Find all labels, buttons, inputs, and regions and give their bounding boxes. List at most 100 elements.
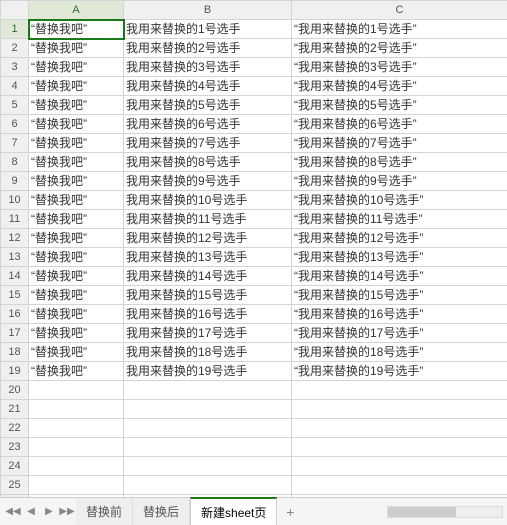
cell[interactable]: “我用来替换的13号选手”: [292, 248, 507, 267]
cell[interactable]: 我用来替换的18号选手: [124, 343, 292, 362]
cell[interactable]: [292, 476, 507, 495]
row-header[interactable]: 17: [1, 324, 29, 343]
col-header-a[interactable]: A: [29, 1, 124, 20]
cell[interactable]: “替换我吧”: [29, 324, 124, 343]
cell[interactable]: [29, 476, 124, 495]
row-header[interactable]: 8: [1, 153, 29, 172]
cell[interactable]: “我用来替换的4号选手”: [292, 77, 507, 96]
cell[interactable]: “我用来替换的15号选手”: [292, 286, 507, 305]
cell[interactable]: “我用来替换的12号选手”: [292, 229, 507, 248]
sheet-tab[interactable]: 替换前: [76, 498, 133, 525]
cell[interactable]: “我用来替换的3号选手”: [292, 58, 507, 77]
cell[interactable]: [292, 419, 507, 438]
cell[interactable]: 我用来替换的6号选手: [124, 115, 292, 134]
col-header-b[interactable]: B: [124, 1, 292, 20]
cell[interactable]: “替换我吧”: [29, 58, 124, 77]
cell[interactable]: “我用来替换的11号选手”: [292, 210, 507, 229]
cell[interactable]: “我用来替换的5号选手”: [292, 96, 507, 115]
cell[interactable]: [29, 457, 124, 476]
cell[interactable]: “我用来替换的6号选手”: [292, 115, 507, 134]
cell[interactable]: [29, 400, 124, 419]
spreadsheet-grid[interactable]: A B C 1“替换我吧”我用来替换的1号选手“我用来替换的1号选手”2“替换我…: [0, 0, 507, 497]
cell[interactable]: 我用来替换的7号选手: [124, 134, 292, 153]
cell[interactable]: “我用来替换的1号选手”: [292, 20, 507, 39]
cell[interactable]: “替换我吧”: [29, 20, 124, 39]
row-header[interactable]: 16: [1, 305, 29, 324]
cell[interactable]: “替换我吧”: [29, 267, 124, 286]
cell[interactable]: [124, 400, 292, 419]
cell[interactable]: “我用来替换的18号选手”: [292, 343, 507, 362]
row-header[interactable]: 15: [1, 286, 29, 305]
add-sheet-button[interactable]: +: [277, 498, 303, 525]
tab-nav-next[interactable]: ▶: [40, 498, 58, 525]
tab-nav-first[interactable]: ◀◀: [4, 498, 22, 525]
sheet-tab[interactable]: 新建sheet页: [190, 497, 277, 525]
cell[interactable]: “我用来替换的8号选手”: [292, 153, 507, 172]
row-header[interactable]: 12: [1, 229, 29, 248]
cell[interactable]: [292, 400, 507, 419]
sheet-tab[interactable]: 替换后: [133, 498, 190, 525]
col-header-c[interactable]: C: [292, 1, 507, 20]
cell[interactable]: [124, 438, 292, 457]
cell[interactable]: [29, 381, 124, 400]
cell[interactable]: 我用来替换的16号选手: [124, 305, 292, 324]
cell[interactable]: [124, 476, 292, 495]
cell[interactable]: 我用来替换的12号选手: [124, 229, 292, 248]
tab-nav-last[interactable]: ▶▶: [58, 498, 76, 525]
cell[interactable]: “我用来替换的2号选手”: [292, 39, 507, 58]
cell[interactable]: [29, 438, 124, 457]
row-header[interactable]: 11: [1, 210, 29, 229]
cell[interactable]: “替换我吧”: [29, 96, 124, 115]
cell[interactable]: “替换我吧”: [29, 115, 124, 134]
cell[interactable]: “我用来替换的14号选手”: [292, 267, 507, 286]
cell[interactable]: [292, 457, 507, 476]
cell[interactable]: “替换我吧”: [29, 305, 124, 324]
row-header[interactable]: 6: [1, 115, 29, 134]
row-header[interactable]: 22: [1, 419, 29, 438]
cell[interactable]: “替换我吧”: [29, 39, 124, 58]
cell[interactable]: 我用来替换的2号选手: [124, 39, 292, 58]
cell[interactable]: 我用来替换的1号选手: [124, 20, 292, 39]
tab-nav-prev[interactable]: ◀: [22, 498, 40, 525]
cell[interactable]: “替换我吧”: [29, 191, 124, 210]
row-header[interactable]: 3: [1, 58, 29, 77]
cell[interactable]: “我用来替换的16号选手”: [292, 305, 507, 324]
cell[interactable]: 我用来替换的15号选手: [124, 286, 292, 305]
cell[interactable]: “我用来替换的7号选手”: [292, 134, 507, 153]
cell[interactable]: 我用来替换的13号选手: [124, 248, 292, 267]
cell[interactable]: 我用来替换的11号选手: [124, 210, 292, 229]
select-all-corner[interactable]: [1, 1, 29, 20]
cell[interactable]: “替换我吧”: [29, 77, 124, 96]
cell[interactable]: [29, 419, 124, 438]
row-header[interactable]: 20: [1, 381, 29, 400]
row-header[interactable]: 5: [1, 96, 29, 115]
row-header[interactable]: 10: [1, 191, 29, 210]
row-header[interactable]: 18: [1, 343, 29, 362]
row-header[interactable]: 1: [1, 20, 29, 39]
cell[interactable]: 我用来替换的10号选手: [124, 191, 292, 210]
row-header[interactable]: 13: [1, 248, 29, 267]
cell[interactable]: “替换我吧”: [29, 343, 124, 362]
cell[interactable]: 我用来替换的8号选手: [124, 153, 292, 172]
cell[interactable]: 我用来替换的4号选手: [124, 77, 292, 96]
cell[interactable]: “替换我吧”: [29, 229, 124, 248]
horizontal-scrollbar[interactable]: [387, 498, 507, 525]
cell[interactable]: “替换我吧”: [29, 134, 124, 153]
cell[interactable]: [124, 419, 292, 438]
cell[interactable]: “替换我吧”: [29, 172, 124, 191]
row-header[interactable]: 24: [1, 457, 29, 476]
cell[interactable]: “替换我吧”: [29, 362, 124, 381]
cell[interactable]: “替换我吧”: [29, 153, 124, 172]
cell[interactable]: “我用来替换的9号选手”: [292, 172, 507, 191]
row-header[interactable]: 23: [1, 438, 29, 457]
cell[interactable]: 我用来替换的14号选手: [124, 267, 292, 286]
row-header[interactable]: 21: [1, 400, 29, 419]
row-header[interactable]: 2: [1, 39, 29, 58]
cell[interactable]: [124, 457, 292, 476]
cell[interactable]: “我用来替换的10号选手”: [292, 191, 507, 210]
cell[interactable]: “替换我吧”: [29, 248, 124, 267]
cell[interactable]: [292, 381, 507, 400]
cell[interactable]: “我用来替换的17号选手”: [292, 324, 507, 343]
cell[interactable]: “我用来替换的19号选手”: [292, 362, 507, 381]
cell[interactable]: 我用来替换的9号选手: [124, 172, 292, 191]
